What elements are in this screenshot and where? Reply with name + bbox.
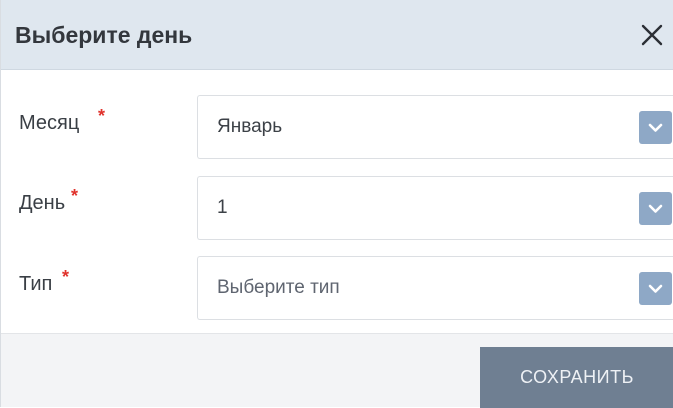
chevron-down-icon [648,204,663,213]
month-label: Месяц [19,112,79,135]
month-select-value: Январь [217,116,283,137]
day-select-value: 1 [217,197,228,218]
chevron-down-icon [648,123,663,132]
close-button[interactable] [639,22,665,48]
day-select[interactable]: 1 [197,176,673,240]
type-label-text: Тип [19,273,53,295]
month-select[interactable]: Январь [197,95,673,159]
select-day-dialog: Выберите день Месяц * Январь День * 1 Ти… [0,0,673,408]
day-label-text: День [19,192,66,214]
dialog-header: Выберите день [1,0,673,70]
type-label: Тип [19,273,52,296]
dialog-footer: СОХРАНИТЬ [1,333,673,408]
day-dropdown-button[interactable] [639,192,672,225]
type-dropdown-button[interactable] [639,272,672,305]
day-required-mark: * [71,186,79,206]
dialog-title: Выберите день [15,22,193,48]
type-required-mark: * [62,267,70,287]
chevron-down-icon [648,284,663,293]
type-select[interactable]: Выберите тип [197,256,673,320]
type-select-placeholder: Выберите тип [217,277,340,298]
day-label: День [19,192,65,215]
close-icon [641,24,663,46]
save-button[interactable]: СОХРАНИТЬ [480,347,673,408]
month-label-text: Месяц [19,112,80,134]
month-dropdown-button[interactable] [639,111,672,144]
month-required-mark: * [98,106,106,126]
